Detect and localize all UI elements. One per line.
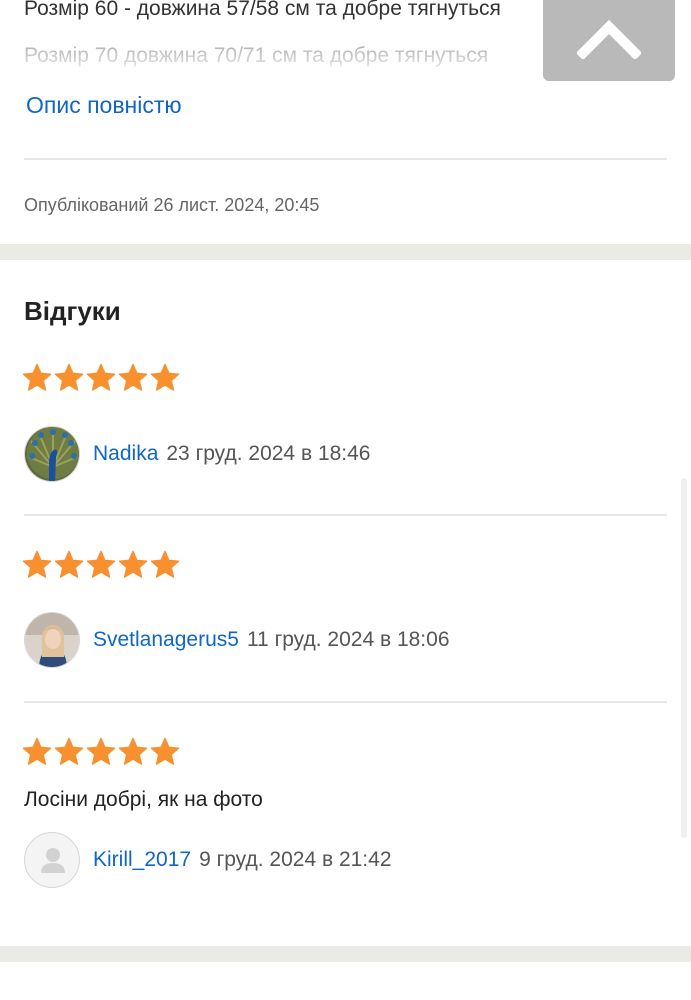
review-divider [24,701,667,703]
star-rating [22,737,180,767]
review-author-name[interactable]: Svetlanagerus5 [93,628,239,652]
scrollbar[interactable] [681,478,687,838]
description-line-2: Розмір 70 довжина 70/71 см та добре тягн… [24,44,489,67]
scroll-to-top-button[interactable] [543,0,675,81]
description-section: Розмір 60 - довжина 57/58 см та добре тя… [0,0,691,244]
woman-avatar-image [25,613,79,667]
star-icon [22,737,52,765]
review-date: 9 груд. 2024 в 21:42 [199,848,392,871]
star-icon [54,550,84,578]
page: Розмір 60 - довжина 57/58 см та добре тя… [0,0,691,1000]
star-rating [22,550,180,580]
review-author-name[interactable]: Nadika [93,442,158,466]
full-description-link[interactable]: Опис повністю [26,92,182,119]
default-user-icon[interactable] [24,832,80,888]
review-date: 11 груд. 2024 в 18:06 [246,628,450,651]
section-separator [0,244,691,260]
star-icon [150,363,180,391]
review-author-row: Svetlanagerus5 11 груд. 2024 в 18:06 [24,612,450,668]
star-icon [86,363,116,391]
review-author-row: Nadika 23 груд. 2024 в 18:46 [24,426,371,482]
review-divider [24,514,667,516]
star-rating [22,363,180,393]
star-icon [150,550,180,578]
section-separator [0,946,691,962]
star-icon [118,550,148,578]
star-icon [54,363,84,391]
star-icon [118,363,148,391]
reviews-section: Відгуки Nadika 23 груд. 2024 в 18:46 Sve… [0,260,691,946]
chevron-up-icon [577,19,641,59]
star-icon [150,737,180,765]
divider [24,158,667,160]
star-icon [118,737,148,765]
published-date: Опублікований 26 лист. 2024, 20:45 [24,195,320,215]
review-text: Лосіни добрі, як на фото [24,788,263,811]
star-icon [86,737,116,765]
review-author-name[interactable]: Kirill_2017 [93,848,191,872]
star-icon [54,737,84,765]
star-icon [22,550,52,578]
reviews-title: Відгуки [24,296,121,326]
description-line-1: Розмір 60 - довжина 57/58 см та добре тя… [24,0,501,20]
review-author-row: Kirill_2017 9 груд. 2024 в 21:42 [24,832,392,888]
review-date: 23 груд. 2024 в 18:46 [166,442,371,465]
avatar[interactable] [24,612,80,668]
avatar[interactable] [24,426,80,482]
peacock-avatar-image [25,427,79,481]
star-icon [86,550,116,578]
star-icon [22,363,52,391]
